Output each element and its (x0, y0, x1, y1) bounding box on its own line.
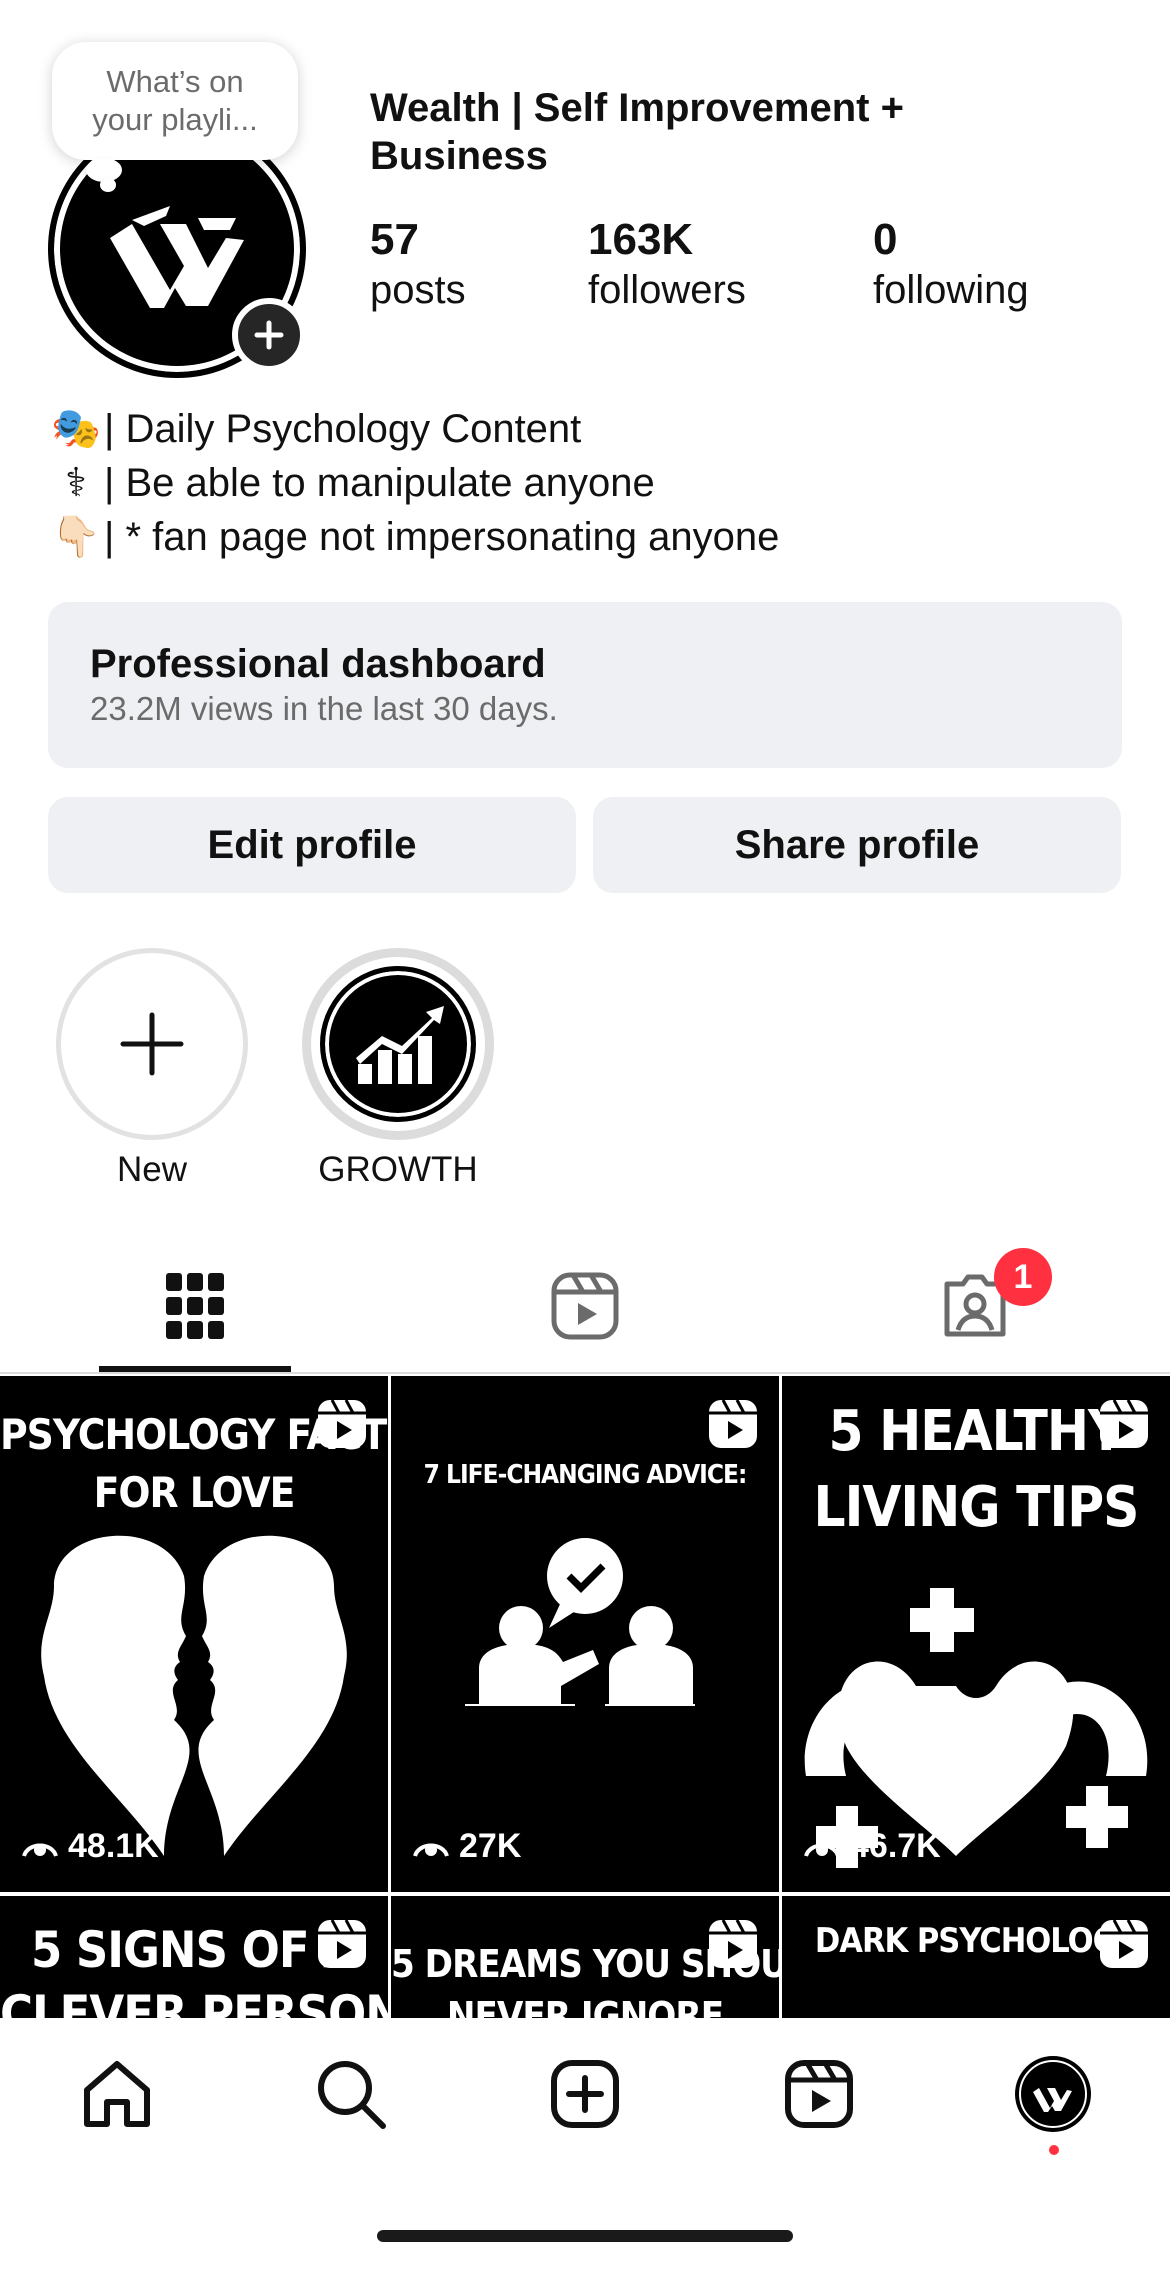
dashboard-subtitle: 23.2M views in the last 30 days. (90, 690, 558, 727)
home-indicator[interactable] (377, 2230, 793, 2242)
nav-search[interactable] (311, 2054, 391, 2134)
profile-name: Wealth | Self Improvement + Business (370, 86, 904, 178)
tagged-notification-badge: 1 (994, 1248, 1052, 1306)
note-text-line2: your playli... (92, 102, 258, 137)
tab-tagged[interactable] (780, 1240, 1170, 1372)
note-bubble[interactable]: What’s on your playli... (52, 42, 298, 160)
bio-text: | Daily Psychology Content (104, 407, 582, 451)
profile-avatar-icon (1015, 2056, 1091, 2132)
bio-line: ⚕ | Be able to manipulate anyone (48, 456, 1128, 510)
note-text-line1: What’s on (106, 64, 244, 99)
create-icon (551, 2060, 619, 2128)
view-count: 27K (413, 1827, 521, 1866)
tab-divider (0, 1372, 1170, 1374)
reels-icon (318, 1399, 366, 1448)
grid-post[interactable]: DARK PSYCHOLOGY (782, 1896, 1170, 2020)
followers-stat[interactable]: 163K followers (588, 214, 746, 314)
grid-post[interactable]: 5 HEALTHY LIVING TIPS 46.7K (782, 1376, 1170, 1892)
eye-icon (804, 1843, 840, 1857)
profile-notification-dot (1049, 2145, 1059, 2155)
note-bubble-tail-dot (100, 178, 116, 192)
highlight-label-new: New (116, 1150, 188, 1189)
reels-icon (709, 1919, 757, 1968)
search-icon (318, 2061, 386, 2129)
post-title-line2: NEVER IGNORE (446, 1994, 724, 2020)
add-story-button[interactable] (232, 298, 306, 372)
bio-line: 🎭 | Daily Psychology Content (48, 402, 1128, 456)
view-count-value: 48.1K (68, 1827, 159, 1865)
bio-line: 👇🏻 | * fan page not impersonating anyone (48, 510, 1128, 564)
following-stat[interactable]: 0 following (873, 214, 1029, 314)
grid-post[interactable]: 5 SIGNS OF A CLEVER PERSON (0, 1896, 388, 2020)
highlight-label-growth: GROWTH (318, 1150, 478, 1189)
view-count-value: 27K (459, 1827, 522, 1865)
bio-text: | Be able to manipulate anyone (104, 461, 655, 505)
reels-icon (1100, 1919, 1148, 1968)
nav-create[interactable] (545, 2054, 625, 2134)
grid-post[interactable]: 5 DREAMS YOU SHOULD NEVER IGNORE (391, 1896, 779, 2020)
view-count: 48.1K (22, 1827, 159, 1866)
reels-icon (785, 2060, 853, 2128)
followers-label: followers (588, 268, 746, 312)
eye-icon (22, 1843, 58, 1857)
home-icon (84, 2061, 150, 2127)
reels-icon (318, 1919, 366, 1968)
dashboard-title: Professional dashboard (90, 642, 546, 686)
post-title-line2: CLEVER PERSON (0, 1985, 388, 2020)
posts-count: 57 (370, 215, 419, 264)
nav-reels[interactable] (779, 2054, 859, 2134)
posts-label: posts (370, 268, 466, 312)
theater-masks-emoji: 🎭 (51, 407, 101, 451)
following-label: following (873, 268, 1029, 312)
advice-people-image (465, 1538, 695, 1706)
followers-count: 163K (588, 215, 694, 264)
caduceus-emoji: ⚕ (65, 461, 87, 505)
new-highlight-button[interactable] (56, 948, 248, 1140)
share-profile-button[interactable]: Share profile (593, 797, 1121, 893)
posts-stat[interactable]: 57 posts (370, 214, 466, 314)
highlight-growth[interactable] (302, 948, 494, 1140)
professional-dashboard[interactable]: Professional dashboard 23.2M views in th… (48, 602, 1122, 768)
active-tab-indicator (99, 1366, 291, 1372)
kissing-silhouettes-image (41, 1535, 347, 1856)
grid-post[interactable]: PSYCHOLOGY FACTS FOR LOVE 48.1K (0, 1376, 388, 1892)
grid-post[interactable]: 7 LIFE-CHANGING ADVICE: 27K (391, 1376, 779, 1892)
grid-icon (166, 1273, 224, 1339)
nav-profile[interactable] (1013, 2054, 1093, 2134)
growth-chart-icon (356, 1006, 444, 1084)
following-count: 0 (873, 215, 898, 264)
eye-icon (413, 1843, 449, 1857)
post-title-line2: LIVING TIPS (813, 1475, 1140, 1540)
reels-icon (709, 1399, 757, 1448)
reels-icon (1100, 1399, 1148, 1448)
bio-text: | * fan page not impersonating anyone (104, 515, 780, 559)
tab-posts-grid[interactable] (0, 1240, 390, 1372)
view-count: 46.7K (804, 1827, 941, 1866)
view-count-value: 46.7K (850, 1827, 941, 1865)
post-title-line1: 7 LIFE-CHANGING ADVICE: (423, 1460, 748, 1490)
pointing-down-emoji: 👇🏻 (51, 515, 101, 559)
reels-icon (551, 1272, 619, 1340)
post-title: 7 LIFE-CHANGING ADVICE: (391, 1458, 779, 1492)
edit-profile-button[interactable]: Edit profile (48, 797, 576, 893)
tab-reels[interactable] (390, 1240, 780, 1372)
plus-icon (254, 320, 284, 350)
nav-home[interactable] (77, 2054, 157, 2134)
profile-bio: 🎭 | Daily Psychology Content ⚕ | Be able… (48, 402, 1128, 564)
plus-icon (120, 1012, 184, 1076)
